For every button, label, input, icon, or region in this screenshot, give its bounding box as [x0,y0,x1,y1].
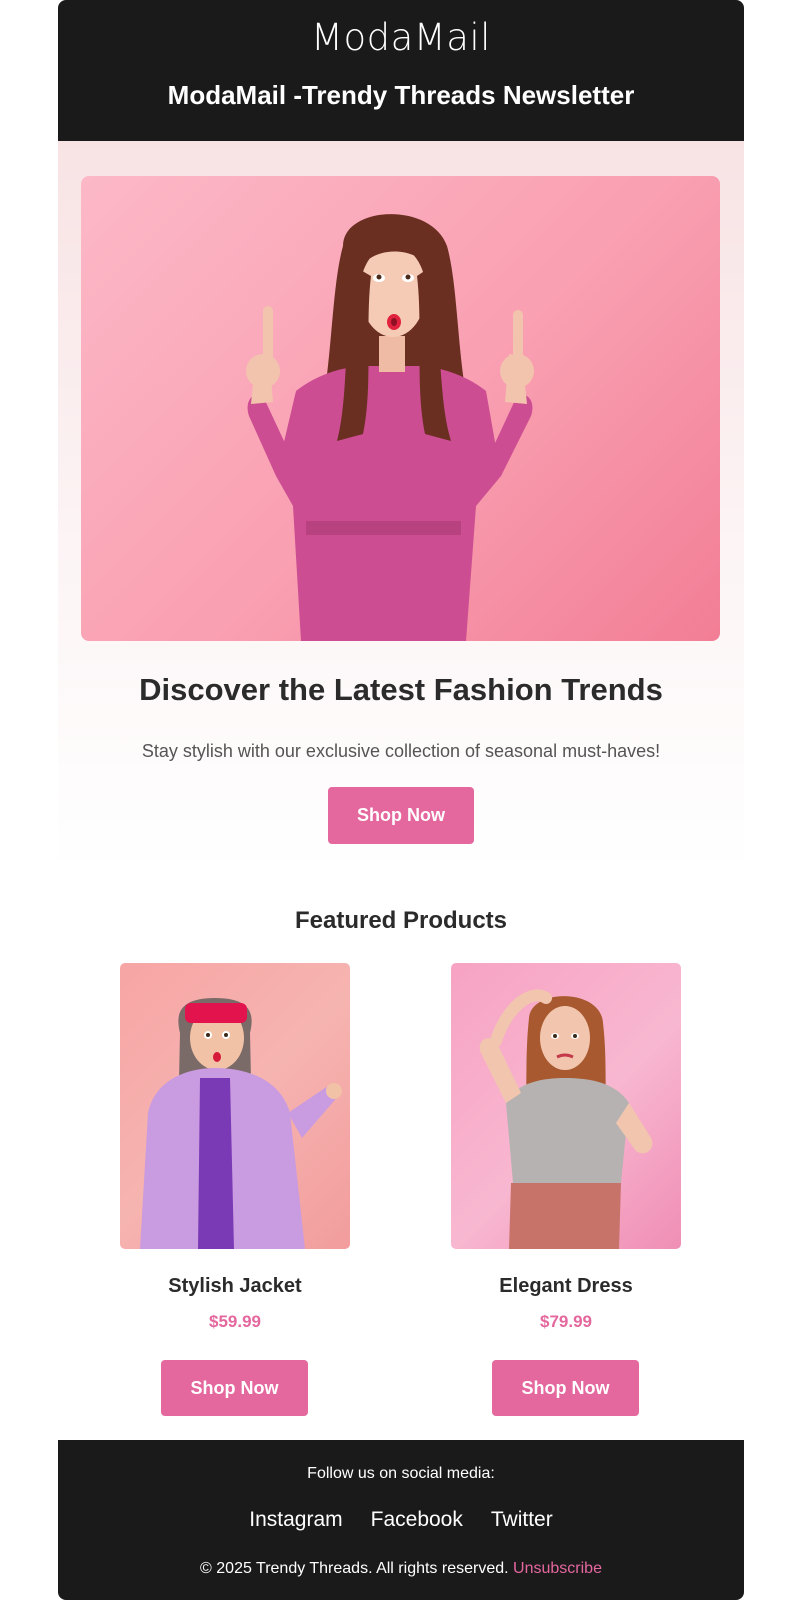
instagram-link[interactable]: Instagram [249,1507,342,1533]
product-card-stylish-jacket: Stylish Jacket $59.99 Shop Now [120,963,350,1416]
product-price: $59.99 [209,1312,261,1331]
email-footer: Follow us on social media: Instagram Fac… [58,1440,744,1600]
unsubscribe-link[interactable]: Unsubscribe [513,1560,602,1577]
copyright-line: © 2025 Trendy Threads. All rights reserv… [58,1559,744,1579]
hero-shop-now-button[interactable]: Shop Now [328,787,474,844]
hero-heading: Discover the Latest Fashion Trends [139,672,663,707]
twitter-link[interactable]: Twitter [491,1507,553,1533]
product-name: Stylish Jacket [168,1275,302,1297]
newsletter-title: ModaMail -Trendy Threads Newsletter [167,80,635,110]
hero-image [81,176,720,641]
hero-subheading: Stay stylish with our exclusive collecti… [141,741,661,761]
brand-logo: ModaMail [311,16,491,59]
social-links: Instagram Facebook Twitter [58,1507,744,1533]
featured-products-title: Featured Products [294,907,508,934]
newsletter-email: ModaMail ModaMail -Trendy Threads Newsle… [58,0,744,1600]
copyright-text: © 2025 Trendy Threads. All rights reserv… [200,1560,509,1577]
product-shop-now-button[interactable]: Shop Now [161,1360,308,1416]
product-image-stylish-jacket [120,963,350,1249]
facebook-link[interactable]: Facebook [371,1507,463,1533]
product-shop-now-button[interactable]: Shop Now [492,1360,639,1416]
product-price: $79.99 [540,1312,592,1331]
email-header: ModaMail ModaMail -Trendy Threads Newsle… [58,0,744,141]
product-card-elegant-dress: Elegant Dress $79.99 Shop Now [451,963,681,1416]
hero-section: Discover the Latest Fashion Trends Stay … [58,141,744,871]
product-name: Elegant Dress [499,1275,633,1297]
product-image-elegant-dress [451,963,681,1249]
follow-text: Follow us on social media: [307,1465,495,1482]
